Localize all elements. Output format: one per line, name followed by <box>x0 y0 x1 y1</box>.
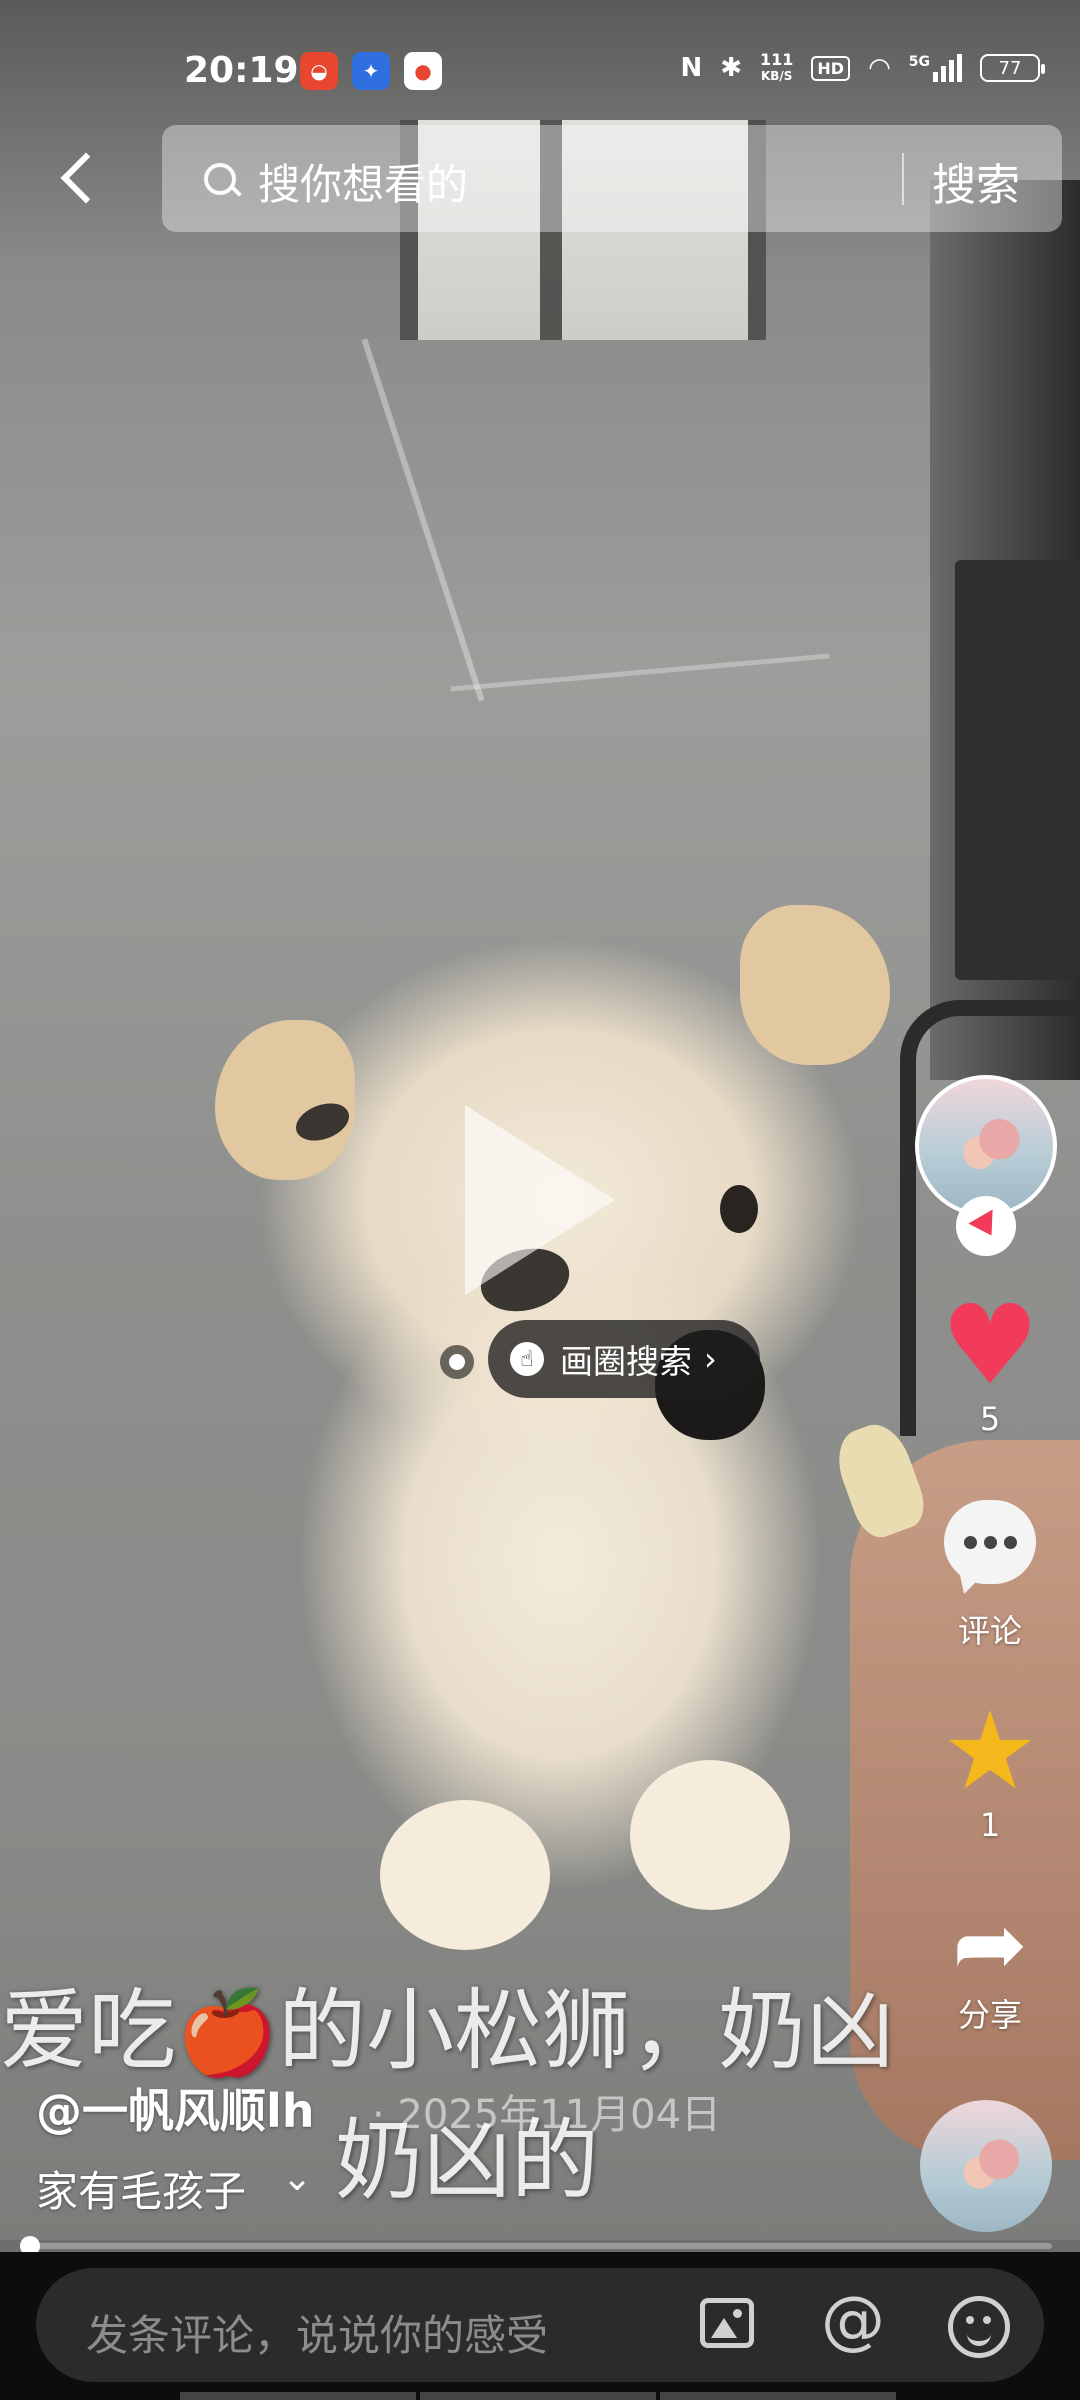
status-time: 20:19 <box>184 50 299 91</box>
status-icons: N ✱ 111 KB/S HD ◠ 5G 77 <box>680 50 1045 84</box>
notification-app-icon: ● <box>404 52 442 90</box>
comment-placeholder: 发条评论，说说你的感受 <box>86 2311 549 2360</box>
like-button[interactable]: ♥ 5 <box>920 1290 1060 1438</box>
favorite-button[interactable]: ★ 1 <box>920 1689 1060 1845</box>
music-disc[interactable] <box>920 2100 1052 2232</box>
search-button[interactable]: 搜索 <box>932 149 1020 213</box>
comment-icon <box>944 1500 1036 1584</box>
share-icon: ➦ <box>952 1892 1028 1997</box>
gesture-bar <box>420 2392 656 2400</box>
wifi-icon: ◠ <box>868 53 891 83</box>
cellular-signal-icon: 5G <box>909 54 962 82</box>
gesture-bar <box>660 2392 896 2400</box>
share-label: 分享 <box>957 1996 1022 2034</box>
chevron-down-icon[interactable]: ⌄ <box>282 2158 312 2199</box>
bluetooth-icon: ✱ <box>720 53 742 83</box>
puppy-ear-right <box>740 905 890 1065</box>
search-icon <box>204 163 236 195</box>
battery-indicator: 77 <box>980 54 1045 82</box>
comment-label: 评论 <box>957 1612 1022 1650</box>
play-icon[interactable] <box>465 1105 615 1295</box>
floor-line <box>450 653 830 692</box>
star-icon: ★ <box>941 1689 1039 1814</box>
image-icon[interactable] <box>700 2298 754 2348</box>
heart-icon: ♥ <box>940 1281 1040 1409</box>
favorite-count: 1 <box>979 1806 1001 1844</box>
circle-search-hand-icon: ☝ <box>510 1342 544 1376</box>
comment-input[interactable]: 发条评论，说说你的感受 @ <box>36 2268 1044 2382</box>
puppy-paw-left <box>380 1800 550 1950</box>
puppy-eye-right <box>720 1185 758 1233</box>
share-button[interactable]: ➦ 分享 <box>920 1900 1060 2036</box>
search-input[interactable]: 搜你想看的 <box>258 151 468 212</box>
puppy-ear-left <box>215 1020 355 1180</box>
background-cabinet <box>955 560 1080 980</box>
search-divider <box>902 153 904 205</box>
gesture-bar <box>180 2392 416 2400</box>
circle-search-label: 画圈搜索 <box>560 1342 692 1381</box>
floor-line <box>361 338 485 702</box>
apple-emoji-icon: 🍎 <box>176 1986 279 2081</box>
topic-tag[interactable]: 家有毛孩子 <box>36 2158 246 2219</box>
comment-button[interactable]: 评论 <box>920 1500 1060 1652</box>
bottom-bar: 发条评论，说说你的感受 @ <box>0 2252 1080 2400</box>
status-bar: 20:19 ◒ ✦ ● N ✱ 111 KB/S HD ◠ 5G 77 <box>0 40 1080 100</box>
nfc-icon: N <box>680 53 703 83</box>
follow-icon[interactable] <box>956 1196 1016 1256</box>
search-bar[interactable]: 搜你想看的 搜索 <box>162 125 1062 232</box>
back-button[interactable] <box>50 145 110 215</box>
hd-indicator: HD <box>811 55 851 81</box>
puppy-paw-right <box>630 1760 790 1910</box>
network-speed: 111 KB/S <box>760 50 794 84</box>
video-progress-bar[interactable] <box>28 2243 1052 2249</box>
video-subtitle-line1: 爱吃🍎的小松狮，奶凶 <box>0 1979 895 2082</box>
circle-search-handle[interactable] <box>440 1345 474 1379</box>
emoji-icon[interactable] <box>948 2296 1010 2358</box>
notification-app-icon: ✦ <box>352 52 390 90</box>
chevron-right-icon: › <box>704 1340 717 1378</box>
author-name[interactable]: @一帆风顺lh <box>36 2075 315 2141</box>
circle-search-button[interactable]: ☝ 画圈搜索 › <box>488 1320 760 1398</box>
at-icon[interactable]: @ <box>821 2284 885 2358</box>
post-date: · 2025年11月04日 <box>372 2092 722 2138</box>
notification-app-icon: ◒ <box>300 52 338 90</box>
